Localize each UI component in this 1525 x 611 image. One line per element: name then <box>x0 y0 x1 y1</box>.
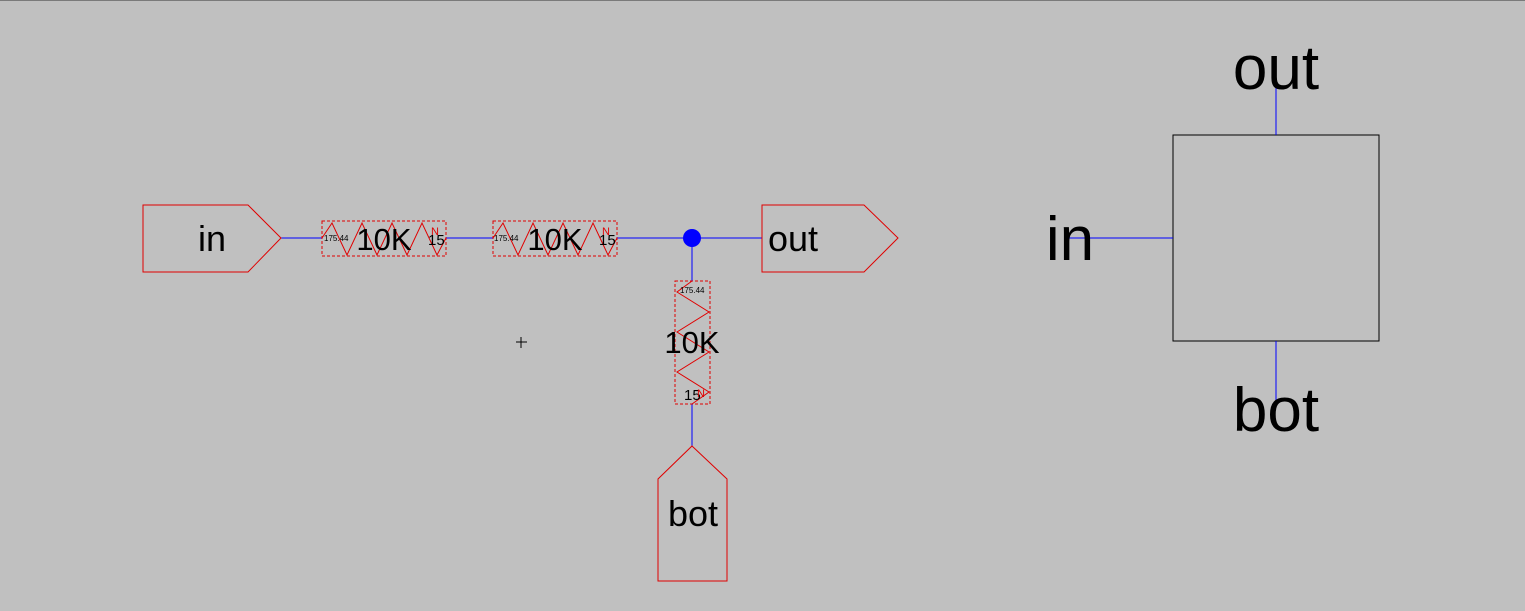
resistor-r1-value: 10K <box>356 222 411 257</box>
resistor-r2[interactable]: 175.44 10K N 15 <box>492 220 618 257</box>
pin-out[interactable]: out <box>761 204 899 273</box>
pin-bot[interactable]: bot <box>657 445 728 582</box>
resistor-r1-param-a: 175.44 <box>324 234 349 243</box>
resistor-r2-value: 10K <box>527 222 582 257</box>
resistor-r3-mark: N <box>697 388 705 400</box>
pin-in[interactable]: in <box>142 204 282 273</box>
resistor-r3-param-a: 175.44 <box>680 286 705 295</box>
pin-bot-label: bot <box>668 493 718 534</box>
resistor-r3[interactable]: 175.44 10K 15 N <box>664 280 720 405</box>
symbol-pin-bot-label: bot <box>1233 376 1319 445</box>
crosshair-cursor-icon <box>516 337 527 348</box>
schematic-canvas[interactable]: in out bot 175.44 10K N 15 175.44 10K N … <box>0 0 1525 606</box>
resistor-r1[interactable]: 175.44 10K N 15 <box>321 220 447 257</box>
resistor-r1-param-b: 15 <box>428 232 445 249</box>
resistor-r2-param-b: 15 <box>599 232 616 249</box>
resistor-r2-param-a: 175.44 <box>494 234 519 243</box>
pin-out-label: out <box>768 218 818 259</box>
symbol-body[interactable] <box>1172 134 1380 342</box>
junction-dot[interactable] <box>683 229 701 247</box>
symbol-pin-out-label: out <box>1233 34 1319 103</box>
schematic-svg[interactable]: in out bot 175.44 10K N 15 175.44 10K N … <box>0 1 1525 606</box>
pin-in-label: in <box>198 218 226 259</box>
resistor-r3-value: 10K <box>664 325 719 360</box>
symbol-view[interactable]: out in bot <box>1046 34 1380 445</box>
symbol-pin-in-label: in <box>1046 205 1094 274</box>
